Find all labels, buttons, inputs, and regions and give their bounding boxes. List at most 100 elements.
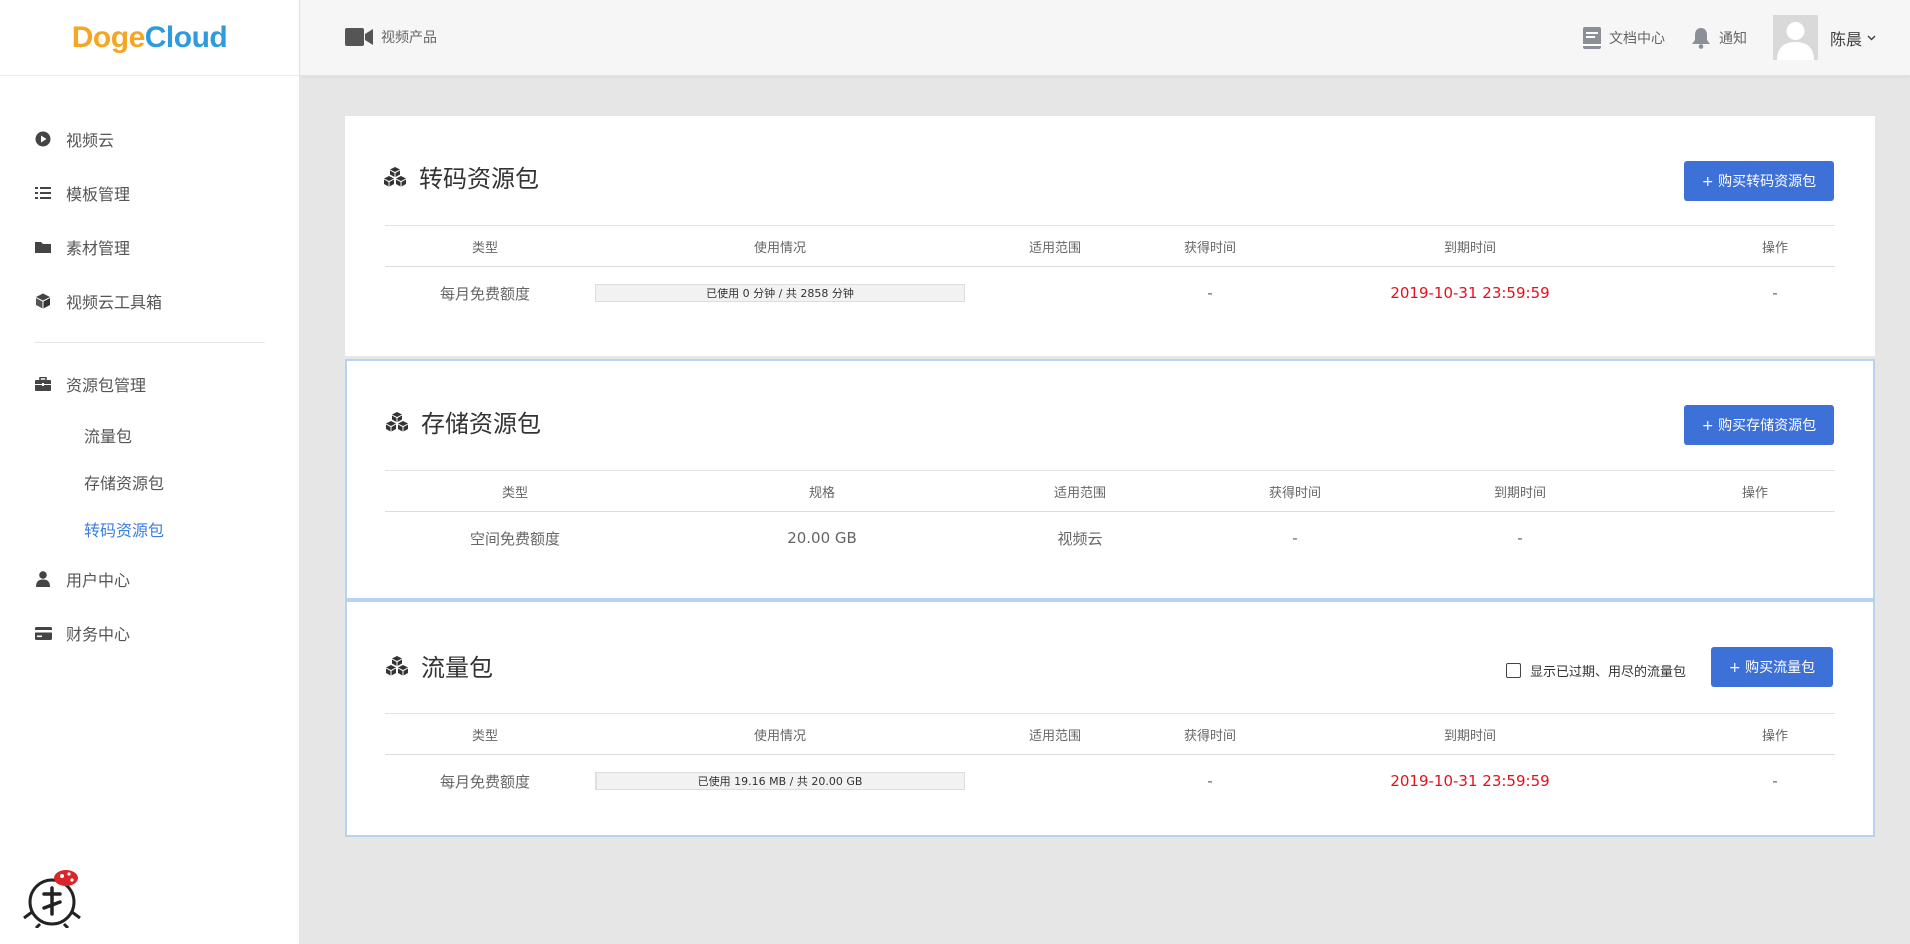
cell-expires: 2019-10-31 23:59:59 [1390,772,1550,790]
column-header: 到期时间 [1443,240,1496,256]
cell-type: 空间免费额度 [469,529,560,548]
traffic-card-title: 流量包 [385,648,493,683]
sidebar-item-materials[interactable]: 素材管理 [0,220,299,274]
sidebar-item-templates[interactable]: 模板管理 [0,166,299,220]
cell-obtained: - [1207,284,1213,302]
buy-transcode-package-button[interactable]: + 购买转码资源包 [1684,161,1834,201]
cubes-icon [385,411,409,432]
storage-package-card: 存储资源包 + 购买存储资源包 类型 规格 适用范围 获得时间 到期时间 操作 … [345,359,1875,600]
cell-usage: 已使用 19.16 MB / 共 20.00 GB [595,755,965,807]
column-header: 适用范围 [1028,728,1081,744]
top-right-tools: 文档中心 通知 陈晨 [1582,15,1876,60]
column-header: 适用范围 [1053,485,1106,501]
cell-scope [975,755,1135,807]
column-header: 类型 [501,485,528,501]
user-avatar[interactable] [1772,15,1818,60]
sidebar-subitem-traffic[interactable]: 流量包 [0,411,299,458]
sidebar-item-label: 模板管理 [66,185,131,204]
traffic-table: 类型 使用情况 适用范围 获得时间 到期时间 操作 每月免费额度 已使用 19.… [385,713,1835,807]
bell-icon [1691,27,1711,49]
checkbox-box[interactable] [1506,663,1521,678]
column-header: 适用范围 [1028,240,1081,256]
transcode-card-title: 转码资源包 [383,159,539,194]
book-icon [1582,26,1601,49]
usage-progress-bar: 已使用 0 分钟 / 共 2858 分钟 [595,284,965,302]
notification-label: 通知 [1718,30,1747,47]
usage-progress-text: 已使用 0 分钟 / 共 2858 分钟 [706,287,854,300]
column-header: 到期时间 [1443,728,1496,744]
cell-expires: 2019-10-31 23:59:59 [1390,284,1550,302]
cell-obtained: - [1207,772,1213,790]
sidebar-item-user-center[interactable]: 用户中心 [0,552,299,606]
sidebar-item-label: 用户中心 [66,571,131,590]
sidebar-item-packages[interactable]: 资源包管理 [0,357,299,411]
cell-action: - [1772,772,1778,790]
video-product-menu[interactable]: 视频产品 [345,27,437,47]
list-icon [34,184,52,202]
table-row: 空间免费额度 20.00 GB 视频云 - - [385,512,1835,564]
sidebar: Doge Cloud 视频云 模板管理 素材管理 视频云工具箱 资源包管理 流量… [0,0,300,944]
sidebar-item-label: 素材管理 [66,239,131,258]
buy-storage-package-button[interactable]: + 购买存储资源包 [1684,405,1834,445]
mascot-avatar[interactable] [22,864,86,930]
credit-card-icon [34,624,52,642]
dogecloud-logo[interactable]: Doge Cloud [0,0,299,76]
table-row: 每月免费额度 已使用 0 分钟 / 共 2858 分钟 - 2019-10-31… [385,267,1835,319]
traffic-package-card: 流量包 显示已过期、用尽的流量包 + 购买流量包 类型 使用情况 适用范围 获得… [345,600,1875,837]
traffic-title-text: 流量包 [421,654,493,682]
cubes-icon [385,655,409,676]
transcode-title-text: 转码资源包 [419,165,539,193]
column-header: 获得时间 [1268,485,1321,501]
chevron-down-icon [1867,34,1876,41]
storage-title-text: 存储资源包 [421,410,541,438]
storage-table: 类型 规格 适用范围 获得时间 到期时间 操作 空间免费额度 20.00 GB … [385,470,1835,564]
top-bar: 视频产品 文档中心 通知 陈晨 [300,0,1910,76]
cell-type: 每月免费额度 [439,772,530,791]
docs-center-label: 文档中心 [1608,30,1665,47]
cell-usage: 已使用 0 分钟 / 共 2858 分钟 [595,267,965,319]
sidebar-divider [34,342,265,343]
cell-action [1695,512,1815,564]
storage-card-title: 存储资源包 [385,404,541,439]
sidebar-subitem-transcode[interactable]: 转码资源包 [0,505,299,552]
column-header: 操作 [1761,240,1788,256]
buy-traffic-package-button[interactable]: + 购买流量包 [1711,647,1833,687]
cell-action: - [1772,284,1778,302]
column-header: 使用情况 [753,728,806,744]
column-header: 获得时间 [1183,240,1236,256]
column-header: 类型 [471,728,498,744]
column-header: 获得时间 [1183,728,1236,744]
column-header: 操作 [1741,485,1768,501]
cell-expires: - [1517,529,1523,547]
cell-spec: 20.00 GB [787,529,857,547]
sidebar-item-video-cloud[interactable]: 视频云 [0,112,299,166]
user-menu[interactable]: 陈晨 [1830,26,1876,50]
cell-scope: 视频云 [1057,529,1103,548]
sidebar-item-toolbox[interactable]: 视频云工具箱 [0,274,299,328]
user-name: 陈晨 [1829,29,1862,49]
table-header: 类型 使用情况 适用范围 获得时间 到期时间 操作 [385,225,1835,267]
video-camera-icon [345,28,373,46]
cell-obtained: - [1292,529,1298,547]
logo-text-cloud: Cloud [144,20,228,54]
show-expired-checkbox[interactable]: 显示已过期、用尽的流量包 [1506,661,1686,680]
sidebar-subitem-storage[interactable]: 存储资源包 [0,458,299,505]
cube-icon [34,292,52,310]
sidebar-item-label: 财务中心 [66,625,131,644]
table-row: 每月免费额度 已使用 19.16 MB / 共 20.00 GB - 2019-… [385,755,1835,807]
sidebar-nav: 视频云 模板管理 素材管理 视频云工具箱 资源包管理 流量包 存储资源包 转码资… [0,112,299,660]
cubes-icon [383,166,407,187]
folder-icon [34,238,52,256]
table-header: 类型 规格 适用范围 获得时间 到期时间 操作 [385,470,1835,512]
transcode-table: 类型 使用情况 适用范围 获得时间 到期时间 操作 每月免费额度 已使用 0 分… [385,225,1835,319]
notification-link[interactable]: 通知 [1691,27,1747,49]
usage-progress-bar: 已使用 19.16 MB / 共 20.00 GB [595,772,965,790]
briefcase-icon [34,375,52,393]
sidebar-item-label: 视频云工具箱 [66,293,163,312]
sidebar-item-finance[interactable]: 财务中心 [0,606,299,660]
checkbox-label: 显示已过期、用尽的流量包 [1530,665,1687,680]
column-header: 操作 [1761,728,1788,744]
docs-center-link[interactable]: 文档中心 [1582,26,1665,49]
usage-progress-text: 已使用 19.16 MB / 共 20.00 GB [697,775,863,788]
cell-type: 每月免费额度 [439,284,530,303]
